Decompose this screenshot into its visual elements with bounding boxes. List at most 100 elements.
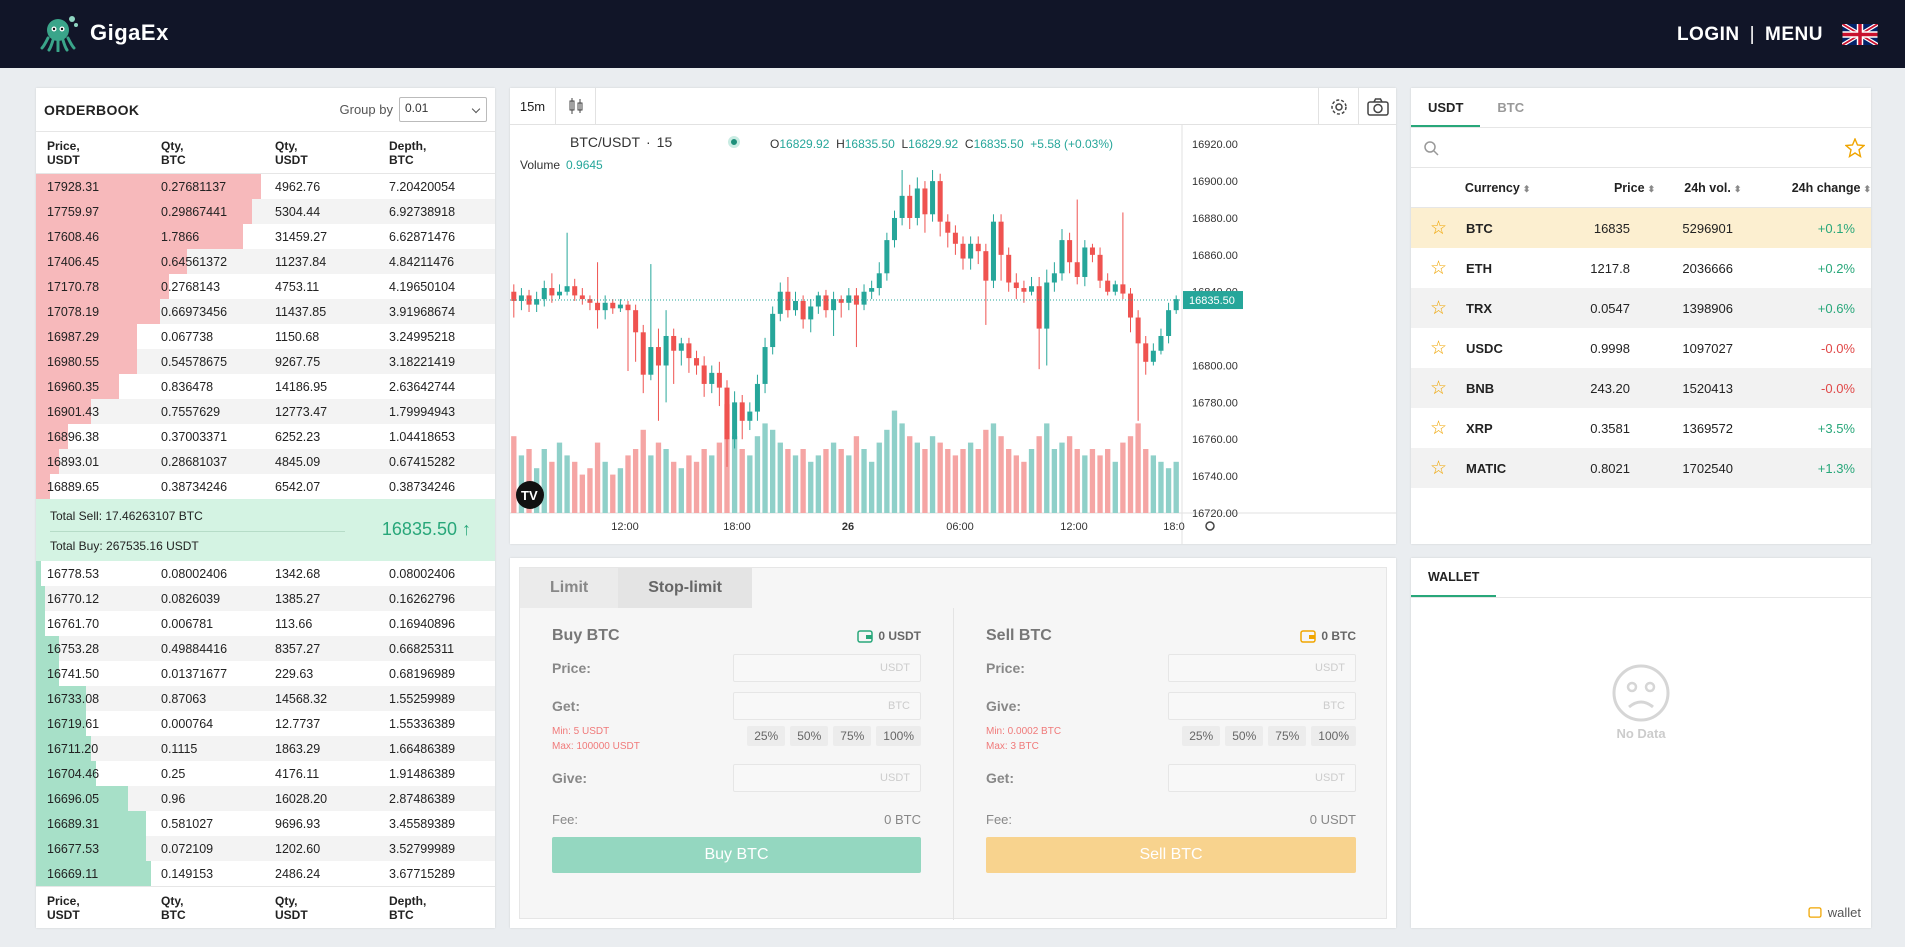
candle-body — [617, 304, 623, 309]
sell-price-input[interactable]: USDT — [1168, 654, 1356, 682]
col-depth[interactable]: Depth, BTC — [378, 139, 492, 167]
gear-icon — [1330, 98, 1347, 115]
sell-order-row[interactable]: 17759.97 0.29867441 5304.44 6.92738918 — [36, 199, 495, 224]
price-chart[interactable]: 16920.0016900.0016880.0016860.0016840.00… — [510, 125, 1396, 544]
buy-order-row[interactable]: 16669.11 0.149153 2486.24 3.67715289 — [36, 861, 495, 886]
col-change[interactable]: 24h change ⬍ — [1753, 181, 1871, 195]
buy-pct-75[interactable]: 75% — [833, 726, 872, 746]
buy-order-row[interactable]: 16689.31 0.581027 9696.93 3.45589389 — [36, 811, 495, 836]
tab-wallet[interactable]: WALLET — [1411, 558, 1497, 597]
sell-order-row[interactable]: 17170.78 0.2768143 4753.11 4.19650104 — [36, 274, 495, 299]
menu-link[interactable]: MENU — [1765, 24, 1823, 46]
star-icon[interactable]: ☆ — [1411, 217, 1466, 240]
sell-button[interactable]: Sell BTC — [986, 837, 1356, 873]
buy-pct-50[interactable]: 50% — [790, 726, 829, 746]
order-usdt: 14568.32 — [275, 691, 328, 706]
group-by-select[interactable]: 0.01 — [399, 97, 487, 122]
col-volume[interactable]: 24h vol. ⬍ — [1655, 181, 1753, 195]
volume-bar — [967, 442, 974, 513]
buy-order-row[interactable]: 16696.05 0.96 16028.20 2.87486389 — [36, 786, 495, 811]
sell-pct-50[interactable]: 50% — [1225, 726, 1264, 746]
star-icon[interactable]: ☆ — [1411, 377, 1466, 400]
wallet-link[interactable]: wallet — [1808, 905, 1861, 920]
sell-pct-100[interactable]: 100% — [1311, 726, 1356, 746]
market-row[interactable]: ☆ BNB 243.20 1520413 -0.0% — [1411, 368, 1871, 408]
tab-btc[interactable]: BTC — [1480, 88, 1541, 127]
buy-order-row[interactable]: 16770.12 0.0826039 1385.27 0.16262796 — [36, 586, 495, 611]
buy-give-input[interactable]: USDT — [733, 764, 921, 792]
sell-give-input[interactable]: BTC — [1168, 692, 1356, 720]
candle-body — [1013, 282, 1019, 289]
order-usdt: 31459.27 — [275, 229, 328, 244]
order-qty: 0.7557629 — [161, 404, 221, 419]
buy-order-row[interactable]: 16719.61 0.000764 12.7737 1.55336389 — [36, 711, 495, 736]
order-price: 16677.53 — [47, 841, 100, 856]
market-row[interactable]: ☆ USDC 0.9998 1097027 -0.0% — [1411, 328, 1871, 368]
last-price: 16835.50 ↑ — [381, 519, 471, 539]
buy-order-row[interactable]: 16704.46 0.25 4176.11 1.91486389 — [36, 761, 495, 786]
candle-body — [625, 304, 631, 311]
buy-price-input[interactable]: USDT — [733, 654, 921, 682]
star-icon[interactable]: ☆ — [1411, 297, 1466, 320]
sell-order-row[interactable]: 16893.01 0.28681037 4845.09 0.67415282 — [36, 449, 495, 474]
col-qty-usdt[interactable]: Qty, USDT — [264, 139, 378, 167]
buy-order-row[interactable]: 16753.28 0.49884416 8357.27 0.66825311 — [36, 636, 495, 661]
volume-bar — [815, 455, 822, 513]
market-search[interactable] — [1411, 128, 1871, 168]
candle-body — [1044, 282, 1050, 329]
star-icon[interactable]: ☆ — [1411, 417, 1466, 440]
sell-order-row[interactable]: 17078.19 0.66973456 11437.85 3.91968674 — [36, 299, 495, 324]
buy-order-row[interactable]: 16741.50 0.01371677 229.63 0.68196989 — [36, 661, 495, 686]
candle-body — [655, 347, 661, 366]
buy-balance: 0 USDT — [857, 629, 921, 643]
tab-limit[interactable]: Limit — [520, 568, 619, 608]
col-qty-btc[interactable]: Qty, BTC — [150, 139, 264, 167]
uk-flag-icon[interactable] — [1842, 24, 1878, 45]
star-icon[interactable]: ☆ — [1411, 257, 1466, 280]
buy-order-row[interactable]: 16761.70 0.006781 113.66 0.16940896 — [36, 611, 495, 636]
candle-body — [1105, 280, 1111, 292]
chart-settings-button[interactable] — [1318, 88, 1358, 125]
market-row[interactable]: ☆ ETH 1217.8 2036666 +0.2% — [1411, 248, 1871, 288]
buy-order-row[interactable]: 16711.20 0.1115 1863.29 1.66486389 — [36, 736, 495, 761]
sell-order-row[interactable]: 16896.38 0.37003371 6252.23 1.04418653 — [36, 424, 495, 449]
order-depth: 1.04418653 — [389, 429, 456, 444]
buy-order-row[interactable]: 16677.53 0.072109 1202.60 3.52799989 — [36, 836, 495, 861]
market-row[interactable]: ☆ MATIC 0.8021 1702540 +1.3% — [1411, 448, 1871, 488]
col-price[interactable]: Price, USDT — [36, 139, 150, 167]
logo[interactable]: GigaEx — [40, 14, 169, 52]
timeframe-button[interactable]: 15m — [510, 87, 556, 125]
col-price[interactable]: Price ⬍ — [1567, 181, 1655, 195]
sell-pct-25[interactable]: 25% — [1182, 726, 1221, 746]
market-row[interactable]: ☆ BTC 16835 5296901 +0.1% — [1411, 208, 1871, 248]
market-row[interactable]: ☆ TRX 0.0547 1398906 +0.6% — [1411, 288, 1871, 328]
favorites-star-icon[interactable] — [1845, 138, 1865, 158]
sell-order-row[interactable]: 17406.45 0.64561372 11237.84 4.84211476 — [36, 249, 495, 274]
sell-order-row[interactable]: 16987.29 0.067738 1150.68 3.24995218 — [36, 324, 495, 349]
col-currency[interactable]: Currency ⬍ — [1465, 181, 1567, 195]
volume-bar — [1051, 449, 1058, 513]
login-link[interactable]: LOGIN — [1677, 24, 1740, 46]
market-row[interactable]: ☆ XRP 0.3581 1369572 +3.5% — [1411, 408, 1871, 448]
star-icon[interactable]: ☆ — [1411, 457, 1466, 480]
buy-order-row[interactable]: 16778.53 0.08002406 1342.68 0.08002406 — [36, 561, 495, 586]
candle-type-button[interactable] — [556, 87, 596, 125]
volume-bar — [587, 468, 593, 513]
buy-button[interactable]: Buy BTC — [552, 837, 921, 873]
sell-order-row[interactable]: 17928.31 0.27681137 4962.76 7.20420054 — [36, 174, 495, 199]
star-icon[interactable]: ☆ — [1411, 337, 1466, 360]
snapshot-button[interactable] — [1358, 88, 1396, 125]
tab-usdt[interactable]: USDT — [1411, 88, 1481, 127]
sell-order-row[interactable]: 17608.46 1.7866 31459.27 6.62871476 — [36, 224, 495, 249]
buy-order-row[interactable]: 16733.08 0.87063 14568.32 1.55259989 — [36, 686, 495, 711]
sell-order-row[interactable]: 16889.65 0.38734246 6542.07 0.38734246 — [36, 474, 495, 499]
tab-stop-limit[interactable]: Stop-limit — [618, 568, 752, 608]
buy-pct-25[interactable]: 25% — [747, 726, 786, 746]
sell-order-row[interactable]: 16901.43 0.7557629 12773.47 1.79994943 — [36, 399, 495, 424]
sell-pct-75[interactable]: 75% — [1268, 726, 1307, 746]
sell-order-row[interactable]: 16960.35 0.836478 14186.95 2.63642744 — [36, 374, 495, 399]
sell-order-row[interactable]: 16980.55 0.54578675 9267.75 3.18221419 — [36, 349, 495, 374]
buy-get-input[interactable]: BTC — [733, 692, 921, 720]
sell-get-input[interactable]: USDT — [1168, 764, 1356, 792]
buy-pct-100[interactable]: 100% — [876, 726, 921, 746]
